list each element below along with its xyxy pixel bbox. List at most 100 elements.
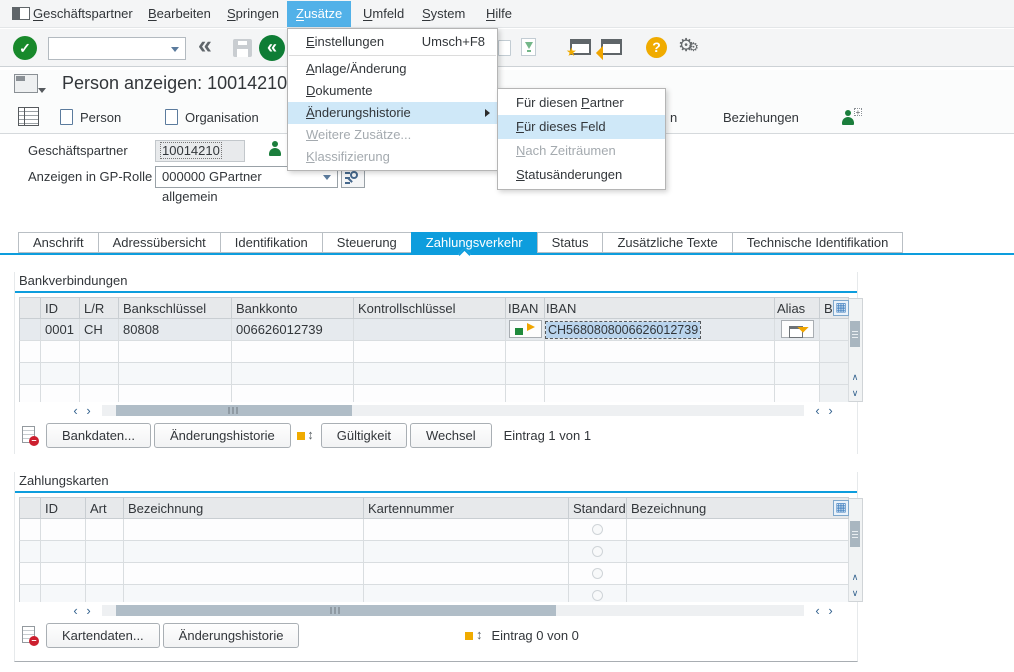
delete-entry-button[interactable] <box>19 623 43 648</box>
col-id[interactable]: ID <box>41 297 80 319</box>
bank-data-button[interactable]: Bankdaten... <box>46 423 151 448</box>
scroll-down-icon[interactable]: ∨ <box>849 588 861 599</box>
tab-adressuebersicht[interactable]: Adressübersicht <box>98 232 221 253</box>
person-button[interactable]: Person <box>60 107 121 127</box>
horizontal-scrollbar: ‹ › ‹ › <box>19 403 855 417</box>
tab-identifikation[interactable]: Identifikation <box>220 232 323 253</box>
scroll-left-icon[interactable]: ‹ <box>69 604 82 617</box>
print-icon <box>498 40 511 56</box>
menu-springen[interactable]: Springen <box>218 1 288 27</box>
overview-icon[interactable] <box>18 107 39 126</box>
menu-hilfe[interactable]: Hilfe <box>477 1 521 27</box>
col-iban[interactable]: IBAN <box>545 297 775 319</box>
back-button[interactable]: « <box>259 35 285 61</box>
scroll-up-icon[interactable]: ∧ <box>849 572 861 583</box>
col-standard[interactable]: Standard <box>569 497 627 519</box>
col-bezeichnung[interactable]: Bezeichnung <box>124 497 364 519</box>
menu-item-fuer-dieses-feld[interactable]: Für dieses Feld <box>498 115 665 139</box>
col-bankkonto[interactable]: Bankkonto <box>232 297 354 319</box>
scrollbar-thumb[interactable] <box>850 321 860 347</box>
scroll-right-icon[interactable]: › <box>82 604 95 617</box>
col-bankschluessel[interactable]: Bankschlüssel <box>119 297 232 319</box>
menu-zusaetze[interactable]: Zusätze <box>287 1 351 27</box>
help-icon[interactable]: ? <box>646 37 667 58</box>
change-history-button[interactable]: Änderungshistorie <box>163 623 300 648</box>
scroll-left-icon[interactable]: ‹ <box>811 604 824 617</box>
scrollbar-track[interactable] <box>102 405 804 416</box>
scroll-down-icon[interactable]: ∨ <box>849 388 861 399</box>
customize-icon[interactable]: ⚙⚙ <box>678 35 693 56</box>
scroll-right-icon[interactable]: › <box>82 404 95 417</box>
menu-item-anlage-aenderung[interactable]: Anlage/Änderung <box>288 58 497 80</box>
vertical-scrollbar[interactable]: ∧ ∨ <box>849 298 863 402</box>
change-button[interactable]: Wechsel <box>410 423 492 448</box>
iban-expand-button[interactable] <box>509 320 542 338</box>
tab-zahlungsverkehr[interactable]: Zahlungsverkehr <box>411 232 538 253</box>
scrollbar-thumb[interactable] <box>116 605 556 616</box>
tab-anschrift[interactable]: Anschrift <box>18 232 99 253</box>
tab-zusaetzliche-texte[interactable]: Zusätzliche Texte <box>602 232 732 253</box>
select-all-header[interactable] <box>19 297 41 319</box>
command-field[interactable] <box>48 37 186 60</box>
tab-status[interactable]: Status <box>537 232 604 253</box>
col-id[interactable]: ID <box>41 497 86 519</box>
scroll-right-icon[interactable]: › <box>824 404 837 417</box>
delete-entry-button[interactable] <box>19 423 43 448</box>
change-history-button[interactable]: Änderungshistorie <box>154 423 291 448</box>
empty-table-row[interactable] <box>19 541 849 563</box>
scrollbar-track[interactable] <box>102 605 804 616</box>
services-menu-icon[interactable] <box>14 74 38 93</box>
empty-table-row[interactable] <box>19 563 849 585</box>
partner-field[interactable]: 10014210 <box>155 140 245 162</box>
alias-button[interactable] <box>781 320 814 338</box>
enter-icon[interactable]: ✓ <box>13 36 37 60</box>
col-lr[interactable]: L/R <box>80 297 119 319</box>
bank-section: Bankverbindungen ID L/R Bankschlüssel Ba… <box>14 272 858 454</box>
menu-geschaeftspartner[interactable]: Geschäftspartner <box>24 1 142 27</box>
menu-bearbeiten[interactable]: Bearbeiten <box>139 1 220 27</box>
empty-table-row[interactable] <box>19 385 849 402</box>
sort-button[interactable] <box>294 423 318 448</box>
select-all-header[interactable] <box>19 497 41 519</box>
vertical-scrollbar[interactable]: ∧ ∨ <box>849 498 863 602</box>
row-selector[interactable] <box>19 319 41 341</box>
col-art[interactable]: Art <box>86 497 124 519</box>
scroll-left-icon[interactable]: ‹ <box>69 404 82 417</box>
scrollbar-thumb[interactable] <box>850 521 860 547</box>
table-settings-icon[interactable]: ▦ <box>833 300 849 316</box>
new-session-icon[interactable] <box>570 39 591 55</box>
empty-table-row[interactable] <box>19 363 849 385</box>
scroll-right-icon[interactable]: › <box>824 604 837 617</box>
menu-item-statusaenderungen[interactable]: Statusänderungen <box>498 163 665 187</box>
empty-table-row[interactable] <box>19 585 849 602</box>
menu-system[interactable]: System <box>413 1 474 27</box>
col-kartennummer[interactable]: Kartennummer <box>364 497 569 519</box>
scrollbar-thumb[interactable] <box>116 405 352 416</box>
tab-steuerung[interactable]: Steuerung <box>322 232 412 253</box>
col-alias[interactable]: Alias <box>775 297 820 319</box>
menu-item-fuer-diesen-partner[interactable]: Für diesen Partner <box>498 91 665 115</box>
create-shortcut-icon[interactable] <box>601 39 622 55</box>
scroll-up-icon[interactable]: ∧ <box>849 372 861 383</box>
empty-table-row[interactable] <box>19 519 849 541</box>
bank-row[interactable]: 0001 CH 80808 006626012739 CH56808080066… <box>19 319 849 341</box>
person-create-icon[interactable]: + <box>841 107 855 127</box>
col-kontrollschluessel[interactable]: Kontrollschlüssel <box>354 297 506 319</box>
iban-value[interactable]: CH5680808006626012739 <box>546 322 700 338</box>
organisation-button[interactable]: Organisation <box>165 107 259 127</box>
sort-button[interactable] <box>462 623 486 648</box>
col-bezeichnung-2[interactable]: Bezeichnung <box>627 497 849 519</box>
relations-button[interactable]: Beziehungen <box>723 107 799 127</box>
tab-technische-identifikation[interactable]: Technische Identifikation <box>732 232 904 253</box>
menu-item-aenderungshistorie[interactable]: Änderungshistorie <box>288 102 497 124</box>
card-data-button[interactable]: Kartendaten... <box>46 623 160 648</box>
menu-item-einstellungen[interactable]: Einstellungen Umsch+F8 <box>288 31 497 53</box>
menu-item-dokumente[interactable]: Dokumente <box>288 80 497 102</box>
col-iban-button[interactable]: IBAN <box>506 297 545 319</box>
validity-button[interactable]: Gültigkeit <box>321 423 407 448</box>
chevron-down-icon[interactable] <box>171 47 179 52</box>
table-settings-icon[interactable]: ▦ <box>833 500 849 516</box>
empty-table-row[interactable] <box>19 341 849 363</box>
scroll-left-icon[interactable]: ‹ <box>811 404 824 417</box>
menu-umfeld[interactable]: Umfeld <box>354 1 413 27</box>
